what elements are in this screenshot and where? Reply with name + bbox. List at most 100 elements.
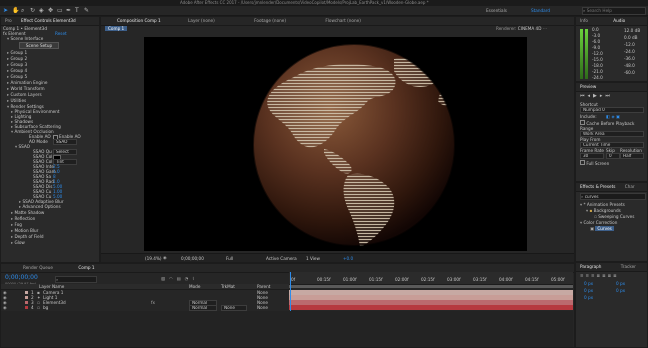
first-frame-icon[interactable]: ⏮ xyxy=(580,93,588,99)
workspace-essentials[interactable]: Essentials xyxy=(486,8,507,13)
parent-header[interactable]: Parent xyxy=(257,284,270,289)
tab-timeline-comp[interactable]: Comp 1 xyxy=(74,264,98,271)
include-overlays-icon[interactable]: ▣ xyxy=(616,114,620,119)
zoom-level[interactable]: (19.4%) xyxy=(145,256,162,261)
preset-tree-item-selected[interactable]: ▣ Curves xyxy=(576,226,647,231)
layer-color-label[interactable] xyxy=(25,291,28,294)
space-before-value[interactable]: 0 px xyxy=(584,288,593,293)
work-area-bar[interactable] xyxy=(289,285,573,288)
pan-tool-icon[interactable]: ✥ xyxy=(48,7,53,14)
indent-right-value[interactable]: 0 px xyxy=(616,281,625,286)
preset-tree-item[interactable]: ▾ Color Correction xyxy=(576,220,647,225)
camera-snapshot-icon[interactable]: ◉ xyxy=(163,255,167,260)
preset-tree-item[interactable]: ▫ Sweeping Curves xyxy=(576,214,647,219)
zoom-tool-icon[interactable]: ⌕ xyxy=(21,7,24,15)
exposure-value[interactable]: +0.0 xyxy=(343,256,353,261)
search-help-field[interactable]: ⌕ Search Help xyxy=(582,7,646,15)
shortcut-dropdown[interactable]: Numpad 0 xyxy=(580,107,644,113)
scene-setup-button[interactable]: Scene Setup xyxy=(19,42,59,49)
preset-tree-item[interactable]: ▾ ▪ Backgrounds xyxy=(576,208,647,213)
tab-paragraph[interactable]: Paragraph xyxy=(576,263,605,270)
group-4-row[interactable]: ▸ Group 4 xyxy=(1,68,99,73)
comp-subtab[interactable]: Comp 1 xyxy=(105,26,128,31)
timeline-search-field[interactable]: ⌕ xyxy=(55,276,97,283)
renderer-value[interactable]: CINEMA 4D xyxy=(518,26,542,31)
effects-search-field[interactable]: ⌕ curves xyxy=(580,193,646,200)
tab-audio[interactable]: Audio xyxy=(609,17,629,24)
renderer-settings-icon[interactable]: ⋯ xyxy=(543,26,547,31)
play-icon[interactable]: ▶ xyxy=(593,93,600,99)
visibility-eye-icon[interactable]: ◉ xyxy=(3,305,7,310)
tab-composition[interactable]: Composition Comp 1 xyxy=(113,17,165,24)
tab-preview[interactable]: Preview xyxy=(576,83,600,90)
type-tool-icon[interactable]: T xyxy=(75,7,79,14)
layer-row[interactable]: ◉ 4 ▫ bg Normal None None xyxy=(1,305,289,311)
scene-interface-row[interactable]: ▾ Scene Interface xyxy=(1,36,99,41)
current-time[interactable]: 0;00;00;00 xyxy=(181,256,204,261)
shape-tool-icon[interactable]: ▭ xyxy=(57,7,63,14)
tab-footage[interactable]: Footage (none) xyxy=(250,17,290,24)
skip-dropdown[interactable]: 0 xyxy=(606,153,620,159)
advanced-options-row[interactable]: ▸ Advanced Options xyxy=(1,204,99,209)
include-audio-icon[interactable]: ◈ xyxy=(611,114,614,119)
preset-tree-item[interactable]: ▾ * Animation Presets xyxy=(576,202,647,207)
group-2-row[interactable]: ▸ Group 2 xyxy=(1,56,99,61)
tab-character[interactable]: Char xyxy=(621,183,639,190)
views-dropdown[interactable]: 1 View xyxy=(306,256,320,261)
cache-checkbox[interactable] xyxy=(580,120,585,125)
camera-tool-icon[interactable]: ◈ xyxy=(39,7,44,14)
tab-layer[interactable]: Layer (none) xyxy=(184,17,219,24)
group-1-row[interactable]: ▸ Group 1 xyxy=(1,50,99,55)
group-3-row[interactable]: ▸ Group 3 xyxy=(1,62,99,67)
time-ruler[interactable]: 0f 00:15f 01:00f 01:15f 02:00f 02:15f 03… xyxy=(289,272,573,285)
utilities-row[interactable]: ▸ Utilities xyxy=(1,98,99,103)
layer-bar-bg[interactable] xyxy=(289,305,573,310)
frame-rate-dropdown[interactable]: 30 xyxy=(580,153,604,159)
graph-editor-icon[interactable]: ⌇ xyxy=(192,276,198,281)
tab-flowchart[interactable]: Flowchart (none) xyxy=(321,17,365,24)
comp-viewer[interactable] xyxy=(144,37,527,251)
glow-row[interactable]: ▸ Glow xyxy=(1,240,99,245)
active-camera-dropdown[interactable]: Active Camera xyxy=(266,256,297,261)
pen-tool-icon[interactable]: ✒ xyxy=(66,7,71,14)
brush-tool-icon[interactable]: ✎ xyxy=(84,7,89,14)
tab-tracker[interactable]: Tracker xyxy=(617,263,640,270)
tab-effect-controls[interactable]: Effect Controls Element3d xyxy=(17,17,80,24)
tab-effects-presets[interactable]: Effects & Presets xyxy=(576,183,619,190)
fog-row[interactable]: ▸ Fog xyxy=(1,222,99,227)
layer-color-label[interactable] xyxy=(25,296,28,299)
include-video-icon[interactable]: ◧ xyxy=(606,114,610,119)
last-frame-icon[interactable]: ⏭ xyxy=(605,93,613,99)
space-after-value[interactable]: 0 px xyxy=(616,288,625,293)
matte-shadow-row[interactable]: ▸ Matte Shadow xyxy=(1,210,99,215)
frame-blend-icon[interactable]: ▤ xyxy=(177,276,185,281)
depth-of-field-row[interactable]: ▸ Depth of Field xyxy=(1,234,99,239)
layer-color-label[interactable] xyxy=(25,306,28,309)
indent-left-value[interactable]: 0 px xyxy=(584,281,593,286)
justify-all-icon[interactable]: ≣ xyxy=(613,273,619,278)
layer-name[interactable]: bg xyxy=(43,305,48,310)
reflection-row[interactable]: ▸ Reflection xyxy=(1,216,99,221)
group-5-row[interactable]: ▸ Group 5 xyxy=(1,74,99,79)
workspace-standard[interactable]: Standard xyxy=(531,8,550,13)
world-transform-row[interactable]: ▸ World Transform xyxy=(1,86,99,91)
hand-tool-icon[interactable]: ✋ xyxy=(12,7,19,14)
tab-project[interactable]: Pro xyxy=(1,17,16,24)
tab-info[interactable]: Info xyxy=(576,17,592,24)
full-screen-checkbox[interactable] xyxy=(580,160,585,165)
layer-name-header[interactable]: Layer Name xyxy=(39,284,64,289)
draft-3d-icon[interactable]: ▧ xyxy=(161,276,169,281)
motion-blur-row[interactable]: ▸ Motion Blur xyxy=(1,228,99,233)
layer-parent[interactable]: None xyxy=(257,305,268,310)
tab-render-queue[interactable]: Render Queue xyxy=(19,264,57,271)
rotate-tool-icon[interactable]: ↻ xyxy=(30,7,35,14)
selection-tool-icon[interactable]: ➤ xyxy=(3,7,8,14)
resolution-dropdown-preview[interactable]: Half xyxy=(620,153,644,159)
layer-color-label[interactable] xyxy=(25,301,28,304)
custom-layers-row[interactable]: ▸ Custom Layers xyxy=(1,92,99,97)
shy-icon[interactable]: ◠ xyxy=(169,276,177,281)
animation-engine-row[interactable]: ▸ Animation Engine xyxy=(1,80,99,85)
timeline-timecode[interactable]: 0;00;00;00 xyxy=(5,274,38,281)
mode-header[interactable]: Mode xyxy=(189,284,200,289)
first-indent-value[interactable]: 0 px xyxy=(584,295,593,300)
